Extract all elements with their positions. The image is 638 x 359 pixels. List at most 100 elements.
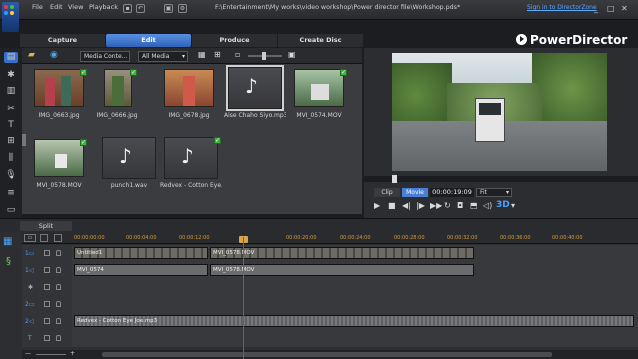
track-lock-icon[interactable] [56,301,61,307]
thumbnail-small-icon[interactable]: ▫ [235,50,240,59]
slider-handle[interactable] [262,52,266,60]
undo-icon[interactable]: ↶ [136,4,145,13]
timeline-scrollbar[interactable] [102,352,552,357]
library-collapse-handle[interactable] [22,134,26,146]
next-frame-icon[interactable]: |▶ [416,201,425,210]
settings-icon[interactable]: ⚙ [178,4,187,13]
preview-scrubber[interactable] [364,176,638,182]
thumbnail-audio[interactable]: ♪ [226,65,284,111]
audio-mixing-icon[interactable]: ⫼ [4,153,18,164]
playhead-line[interactable] [243,237,244,359]
timecode-display[interactable]: 00:00:19:09 [430,188,474,197]
3d-mode-icon[interactable]: 3D [496,200,510,210]
stop-icon[interactable]: ■ [388,201,396,210]
ruler-tick: 00:00:00:00 [74,235,105,241]
thumbnail-video[interactable] [34,139,84,177]
track-enable-checkbox[interactable] [44,335,50,341]
grid-view-icon[interactable]: ⊞ [214,50,221,59]
import-folder-icon[interactable]: ▰ [28,50,35,60]
video-clip[interactable]: MVI_0578.MOV [210,247,474,259]
track-lock-icon[interactable] [56,250,61,256]
thumbnail-audio[interactable]: ♪ [102,137,156,179]
track-lock-icon[interactable] [56,318,61,324]
track-manager-icon[interactable]: ▭ [24,234,36,242]
tab-capture[interactable]: Capture [20,34,105,47]
play-icon[interactable]: ▶ [374,201,380,210]
audio-clip[interactable]: MVI_0574 [74,264,208,276]
audio-clip[interactable]: MVI_0578.MOV [210,264,474,276]
menu-edit[interactable]: Edit [50,3,63,11]
tab-edit[interactable]: Edit [106,34,191,47]
clip-label: Redvex - Cotton Eye Joe.mp3 [77,318,158,324]
time-ruler[interactable]: ▭ 00:00:00:00 00:00:04:00 00:00:12:00 00… [22,232,638,244]
storyboard-toggle-icon[interactable]: ▦ [3,236,12,247]
fast-forward-icon[interactable]: ▶▶ [430,201,442,210]
clip-mode-button[interactable]: Clip [374,188,400,197]
save-icon[interactable]: ▪ [123,4,132,13]
pip-room-icon[interactable]: ▥ [4,86,18,97]
undock-icon[interactable]: ⬒ [470,201,478,210]
thumbnail-large-icon[interactable]: ▣ [288,50,296,59]
select-all-icon[interactable] [40,234,48,242]
minimize-icon[interactable]: _ [594,4,598,13]
video-clip[interactable]: Untitled1 [74,247,208,259]
voice-over-icon[interactable]: 🎙 [4,170,18,181]
signin-link[interactable]: Sign in to DirectorZone [527,4,597,11]
thumbnail-video[interactable] [294,69,344,107]
zoom-in-icon[interactable]: + [70,350,75,357]
track-enable-checkbox[interactable] [44,318,50,324]
maximize-icon[interactable]: □ [607,4,615,13]
track-enable-checkbox[interactable] [44,284,50,290]
previous-frame-icon[interactable]: ◀| [402,201,411,210]
thumbnail-image[interactable] [164,69,214,107]
track-enable-checkbox[interactable] [44,301,50,307]
media-label: MVI_0578.MOV [36,182,82,189]
track-lock-icon[interactable] [56,284,61,290]
fit-timeline-icon[interactable]: § [6,256,11,267]
media-icon[interactable]: ▣ [164,4,173,13]
media-content-dropdown[interactable]: Media Conte...▾ [80,51,130,69]
fit-dropdown[interactable]: Fit ▾ [476,188,512,197]
scrubber-handle[interactable] [392,175,397,183]
track-enable-checkbox[interactable] [44,267,50,273]
effects-room-icon[interactable]: ✱ [4,70,18,81]
track-area[interactable] [72,296,638,313]
tab-produce[interactable]: Produce [192,34,277,47]
music-clip[interactable]: Redvex - Cotton Eye Joe.mp3 [74,315,634,327]
media-type-dropdown[interactable]: All Media ▾ [138,51,188,62]
more-options-icon[interactable]: ▾ [511,201,515,210]
repeat-icon[interactable]: ↻ [444,201,451,210]
media-room-icon[interactable]: ▤ [4,52,18,63]
close-icon[interactable]: ✕ [621,4,628,13]
title-room-icon[interactable]: T [4,120,18,131]
split-button[interactable]: Split [20,221,72,231]
particle-room-icon[interactable]: ✂ [4,104,18,115]
lock-all-icon[interactable] [54,234,62,242]
track-area[interactable]: Untitled1 MVI_0578.MOV [72,245,638,262]
track-lock-icon[interactable] [56,335,61,341]
menu-file[interactable]: File [32,3,43,11]
menu-view[interactable]: View [68,3,83,11]
tab-create-disc[interactable]: Create Disc [278,34,363,47]
download-media-icon[interactable]: ◉ [50,50,58,60]
transition-room-icon[interactable]: ⊞ [4,136,18,147]
zoom-out-icon[interactable]: — [25,350,31,357]
track-area[interactable]: MVI_0574 MVI_0578.MOV [72,262,638,279]
track-lock-icon[interactable] [56,267,61,273]
track-enable-checkbox[interactable] [44,250,50,256]
movie-mode-button[interactable]: Movie [402,188,428,197]
project-file-path: F:\Entertainment\My works\video workshop… [215,4,461,11]
chapter-room-icon[interactable]: ≡ [4,188,18,199]
track-area[interactable] [72,279,638,296]
track-area[interactable] [72,330,638,347]
subtitle-room-icon[interactable]: ▭ [4,205,18,216]
zoom-slider[interactable] [36,354,66,355]
thumbnail-image[interactable] [104,69,132,107]
track-area[interactable]: Redvex - Cotton Eye Joe.mp3 [72,313,638,330]
volume-icon[interactable]: ◁) [483,201,492,210]
thumbnail-audio[interactable]: ♪ [164,137,218,179]
menu-playback[interactable]: Playback [89,3,118,11]
thumbnail-image[interactable] [34,69,84,107]
sort-icon[interactable]: ▦ [198,50,206,59]
snapshot-icon[interactable]: ◘ [457,201,463,210]
